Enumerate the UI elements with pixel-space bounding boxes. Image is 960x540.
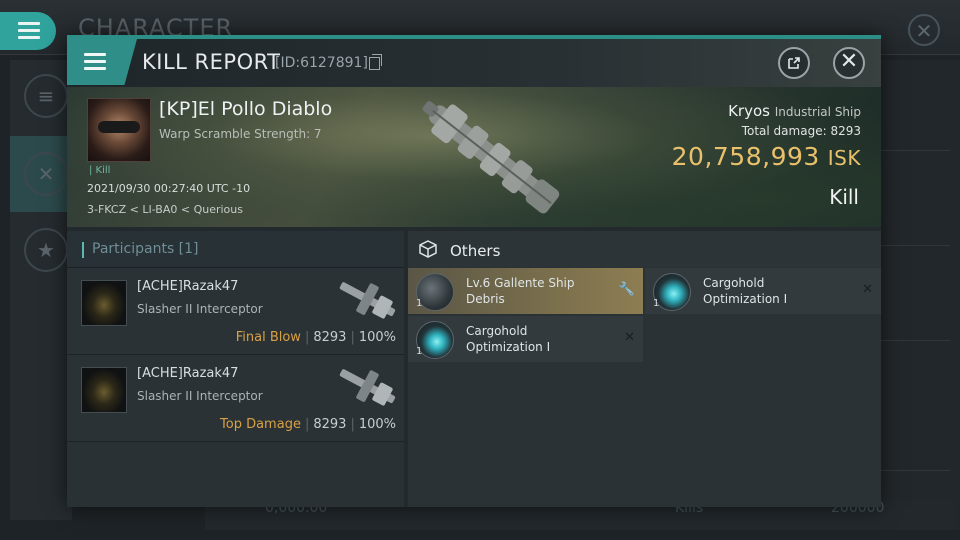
participant-percent: 100% — [358, 330, 396, 345]
item-quantity: 1 — [653, 298, 660, 309]
item-name: Lv.6 Gallente Ship Debris — [466, 276, 575, 306]
modal-menu-button[interactable] — [67, 39, 137, 85]
background-sidebar: ≡ ✕ ★ — [10, 60, 72, 520]
participants-panel: Participants [1] [ACHE]Razak47 Slasher I… — [67, 231, 404, 507]
victim-avatar[interactable] — [87, 98, 151, 162]
close-icon: ✕ — [839, 49, 859, 74]
participant-row[interactable]: [ACHE]Razak47 Slasher II Interceptor Top… — [67, 355, 404, 442]
wrench-icon[interactable]: 🔧 — [619, 282, 635, 297]
kill-result: Kill — [829, 185, 859, 209]
participants-header: Participants [1] — [67, 231, 404, 268]
ship-image — [339, 369, 396, 406]
participant-percent: 100% — [358, 417, 396, 432]
participant-row[interactable]: [ACHE]Razak47 Slasher II Interceptor Fin… — [67, 268, 404, 355]
total-damage: Total damage: 8293 — [742, 124, 861, 138]
loot-item[interactable]: 1 Lv.6 Gallente Ship Debris 🔧 — [408, 268, 643, 314]
others-title: Others — [450, 242, 501, 260]
kill-report-modal: KILL REPORT [ID:6127891] ✕ [KP]El Pollo … — [67, 35, 881, 507]
destroyed-x-icon: ✕ — [624, 330, 635, 345]
item-name: Cargohold Optimization I — [466, 324, 551, 354]
divider — [880, 470, 950, 471]
participant-ship: Slasher II Interceptor — [137, 302, 263, 316]
victim-name[interactable]: [KP]El Pollo Diablo — [159, 98, 332, 120]
participants-title: Participants [1] — [92, 241, 199, 257]
kill-id: [ID:6127891] — [275, 55, 368, 71]
participant-damage: 8293 — [313, 417, 347, 432]
item-quantity: 1 — [416, 298, 423, 309]
kill-time: 2021/09/30 00:27:40 UTC -10 — [87, 182, 251, 195]
kill-banner: [KP]El Pollo Diablo Warp Scramble Streng… — [67, 87, 881, 227]
copy-icon[interactable] — [369, 54, 382, 70]
total-damage-value: 8293 — [830, 124, 861, 138]
menu-icon — [84, 53, 106, 74]
divider — [880, 245, 950, 246]
loot-item[interactable]: 1 Cargohold Optimization I ✕ — [408, 316, 643, 362]
destroyed-x-icon: ✕ — [862, 282, 873, 297]
background-close-button[interactable]: ✕ — [908, 14, 940, 46]
ship-type: Kryos — [728, 102, 770, 120]
cube-icon — [419, 240, 437, 258]
isk-unit: ISK — [827, 146, 861, 170]
divider — [880, 150, 950, 151]
kill-location: 3-FKCZ < LI-BA0 < Querious — [87, 203, 243, 216]
avatar-goggles — [98, 121, 140, 133]
loot-item[interactable]: 1 Cargohold Optimization I ✕ — [645, 268, 881, 314]
participant-avatar[interactable] — [81, 280, 127, 326]
crossed-swords-icon[interactable]: ✕ — [24, 152, 68, 196]
item-name: Cargohold Optimization I — [703, 276, 788, 306]
ship-name: Kryos Industrial Ship — [728, 102, 861, 120]
list-icon[interactable]: ≡ — [24, 74, 68, 118]
participant-name: [ACHE]Razak47 — [137, 279, 239, 294]
divider — [880, 340, 950, 341]
menu-icon — [18, 22, 40, 40]
isk-value: 20,758,993 ISK — [672, 142, 861, 171]
final-blow-tag: Final Blow — [235, 330, 301, 345]
ship-image — [422, 101, 560, 214]
star-icon[interactable]: ★ — [24, 228, 68, 272]
others-panel: Others 1 Lv.6 Gallente Ship Debris 🔧 1 C… — [408, 231, 881, 507]
others-header: Others — [408, 231, 881, 267]
ship-image — [339, 282, 396, 319]
isk-amount: 20,758,993 — [671, 142, 820, 171]
close-button[interactable]: ✕ — [833, 47, 865, 79]
participant-stats: Top Damage | 8293 | 100% — [220, 417, 396, 432]
warp-scramble-strength: Warp Scramble Strength: 7 — [159, 127, 322, 141]
participant-stats: Final Blow | 8293 | 100% — [235, 330, 396, 345]
background-menu-button[interactable] — [0, 12, 56, 50]
participant-avatar[interactable] — [81, 367, 127, 413]
kill-tag: | Kill — [89, 165, 111, 176]
background-right-panel — [880, 60, 960, 530]
ship-class: Industrial Ship — [774, 105, 861, 119]
top-damage-tag: Top Damage — [220, 417, 301, 432]
share-button[interactable] — [778, 47, 810, 79]
header-accent — [82, 242, 84, 258]
item-quantity: 1 — [416, 346, 423, 357]
participant-name: [ACHE]Razak47 — [137, 366, 239, 381]
total-damage-label: Total damage: — [741, 124, 827, 138]
modal-header: KILL REPORT [ID:6127891] ✕ — [67, 39, 881, 87]
share-icon — [788, 57, 800, 69]
participant-ship: Slasher II Interceptor — [137, 389, 263, 403]
modal-title: KILL REPORT — [142, 50, 281, 74]
participant-damage: 8293 — [313, 330, 347, 345]
